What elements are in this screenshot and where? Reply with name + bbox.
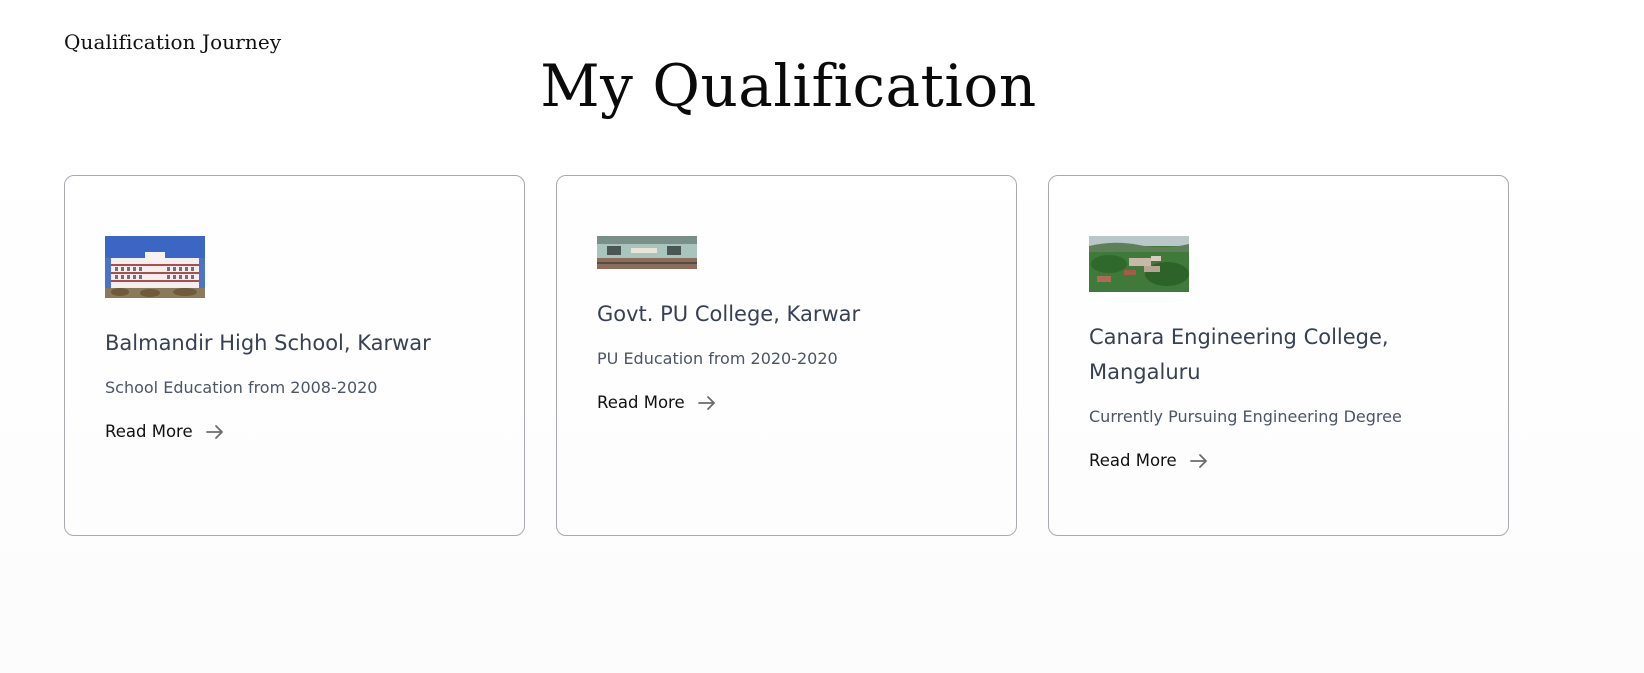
- qualification-cards: Balmandir High School, Karwar School Edu…: [64, 175, 1509, 536]
- read-more-link[interactable]: Read More: [597, 393, 717, 412]
- arrow-right-icon: [1189, 453, 1209, 469]
- arrow-right-icon: [697, 395, 717, 411]
- read-more-label: Read More: [597, 393, 685, 412]
- qualification-card-pu-college: Govt. PU College, Karwar PU Education fr…: [556, 175, 1017, 536]
- read-more-label: Read More: [105, 422, 193, 441]
- card-description: PU Education from 2020-2020: [597, 349, 838, 368]
- card-title: Canara Engineering College, Mangaluru: [1089, 325, 1389, 384]
- section-kicker: Qualification Journey: [64, 30, 282, 54]
- read-more-link[interactable]: Read More: [105, 422, 225, 441]
- card-title: Balmandir High School, Karwar: [105, 331, 431, 355]
- card-title: Govt. PU College, Karwar: [597, 302, 861, 326]
- pu-college-image: [597, 236, 697, 269]
- qualification-card-school: Balmandir High School, Karwar School Edu…: [64, 175, 525, 536]
- qualification-card-engineering: Canara Engineering College, Mangaluru Cu…: [1048, 175, 1509, 536]
- arrow-right-icon: [205, 424, 225, 440]
- card-description: School Education from 2008-2020: [105, 378, 378, 397]
- card-description: Currently Pursuing Engineering Degree: [1089, 407, 1402, 426]
- page-title: My Qualification: [540, 52, 1037, 120]
- read-more-link[interactable]: Read More: [1089, 451, 1209, 470]
- read-more-label: Read More: [1089, 451, 1177, 470]
- engineering-college-image: [1089, 236, 1189, 292]
- school-building-image: [105, 236, 205, 298]
